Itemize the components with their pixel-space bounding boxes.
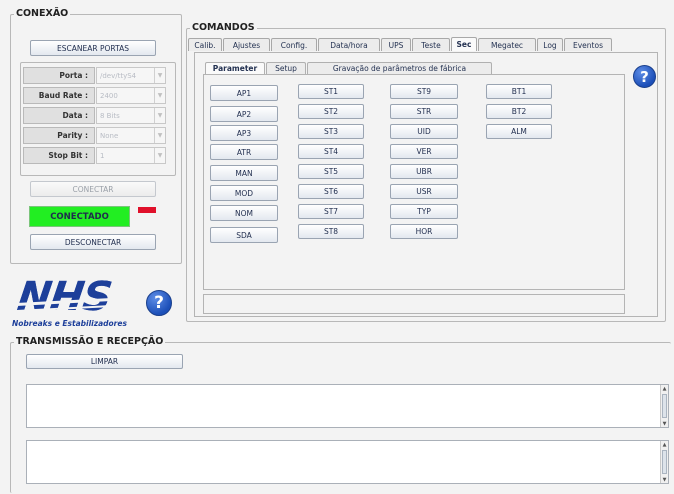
cmd-st9-button[interactable]: ST9 (390, 84, 458, 99)
scroll-thumb[interactable] (662, 450, 667, 474)
port-label: Porta : (23, 67, 95, 84)
command-status-field (203, 294, 625, 314)
cmd-man-button[interactable]: MAN (210, 165, 278, 181)
cmd-ap1-button[interactable]: AP1 (210, 85, 278, 101)
cmd-st5-button[interactable]: ST5 (298, 164, 364, 179)
cmd-bt1-button[interactable]: BT1 (486, 84, 552, 99)
scroll-up-icon[interactable]: ▲ (661, 385, 668, 392)
tab-config[interactable]: Config. (271, 38, 317, 51)
cmd-atr-button[interactable]: ATR (210, 144, 278, 160)
cmd-usr-button[interactable]: USR (390, 184, 458, 199)
tab-megatec[interactable]: Megatec (478, 38, 536, 51)
chevron-down-icon[interactable]: ▼ (154, 88, 165, 103)
cmd-sda-button[interactable]: SDA (210, 227, 278, 243)
cmd-st4-button[interactable]: ST4 (298, 144, 364, 159)
port-select[interactable]: /dev/ttyS4 ▼ (96, 67, 166, 84)
cmd-mod-button[interactable]: MOD (210, 185, 278, 201)
scan-ports-button[interactable]: ESCANEAR PORTAS (30, 40, 156, 56)
tab-sec[interactable]: Sec (451, 37, 477, 51)
data-bits-value: 8 Bits (100, 111, 120, 120)
cmd-ver-button[interactable]: VER (390, 144, 458, 159)
connect-button[interactable]: CONECTAR (30, 181, 156, 197)
transmissao-title: TRANSMISSÃO E RECEPÇÃO (14, 336, 166, 347)
parity-label: Parity : (23, 127, 95, 144)
tab-data-hora[interactable]: Data/hora (318, 38, 380, 51)
receive-scrollbar[interactable]: ▲ ▼ (660, 441, 668, 483)
parity-value: None (100, 131, 119, 140)
cmd-alm-button[interactable]: ALM (486, 124, 552, 139)
nhs-logo: NHS Nobreaks e Estabilizadores (12, 274, 140, 332)
cmd-st3-button[interactable]: ST3 (298, 124, 364, 139)
chevron-down-icon[interactable]: ▼ (154, 128, 165, 143)
cmd-ap3-button[interactable]: AP3 (210, 125, 278, 141)
cmd-ubr-button[interactable]: UBR (390, 164, 458, 179)
subtab-setup[interactable]: Setup (266, 62, 306, 74)
command-tabs: Calib. Ajustes Config. Data/hora UPS Tes… (188, 37, 660, 52)
port-value: /dev/ttyS4 (100, 71, 137, 80)
data-bits-select[interactable]: 8 Bits ▼ (96, 107, 166, 124)
logo-brand: NHS (14, 274, 114, 320)
cmd-st7-button[interactable]: ST7 (298, 204, 364, 219)
tab-ajustes[interactable]: Ajustes (223, 38, 270, 51)
scroll-thumb[interactable] (662, 394, 667, 418)
cmd-hor-button[interactable]: HOR (390, 224, 458, 239)
baud-rate-select[interactable]: 2400 ▼ (96, 87, 166, 104)
scroll-down-icon[interactable]: ▼ (661, 420, 668, 427)
connection-status-badge: CONECTADO (29, 206, 130, 227)
cmd-st8-button[interactable]: ST8 (298, 224, 364, 239)
parity-select[interactable]: None ▼ (96, 127, 166, 144)
transmit-scrollbar[interactable]: ▲ ▼ (660, 385, 668, 427)
subtab-gravacao[interactable]: Gravação de parâmetros de fábrica (307, 62, 492, 74)
comandos-help-icon[interactable]: ? (633, 65, 656, 88)
logo-tagline: Nobreaks e Estabilizadores (12, 319, 127, 328)
scroll-down-icon[interactable]: ▼ (661, 476, 668, 483)
cmd-st6-button[interactable]: ST6 (298, 184, 364, 199)
data-bits-label: Data : (23, 107, 95, 124)
clear-button[interactable]: LIMPAR (26, 354, 183, 369)
help-icon[interactable]: ? (146, 290, 172, 316)
transmit-textarea[interactable]: ▲ ▼ (26, 384, 669, 428)
conexao-title: CONEXÃO (14, 8, 71, 19)
disconnect-button[interactable]: DESCONECTAR (30, 234, 156, 250)
cmd-st2-button[interactable]: ST2 (298, 104, 364, 119)
scroll-up-icon[interactable]: ▲ (661, 441, 668, 448)
cmd-uid-button[interactable]: UID (390, 124, 458, 139)
comandos-title: COMANDOS (190, 22, 257, 33)
tab-ups[interactable]: UPS (381, 38, 411, 51)
receive-textarea[interactable]: ▲ ▼ (26, 440, 669, 484)
cmd-str-button[interactable]: STR (390, 104, 458, 119)
tab-calib[interactable]: Calib. (188, 38, 222, 51)
chevron-down-icon[interactable]: ▼ (154, 108, 165, 123)
baud-rate-value: 2400 (100, 91, 118, 100)
cmd-st1-button[interactable]: ST1 (298, 84, 364, 99)
cmd-ap2-button[interactable]: AP2 (210, 106, 278, 122)
stop-bit-label: Stop Bit : (23, 147, 95, 164)
cmd-nom-button[interactable]: NOM (210, 205, 278, 221)
chevron-down-icon[interactable]: ▼ (154, 148, 165, 163)
baud-rate-label: Baud Rate : (23, 87, 95, 104)
connection-indicator-led (138, 207, 156, 213)
subtab-parameter[interactable]: Parameter (205, 62, 265, 74)
cmd-typ-button[interactable]: TYP (390, 204, 458, 219)
cmd-bt2-button[interactable]: BT2 (486, 104, 552, 119)
stop-bit-value: 1 (100, 151, 105, 160)
tab-eventos[interactable]: Eventos (564, 38, 612, 51)
tab-log[interactable]: Log (537, 38, 563, 51)
chevron-down-icon[interactable]: ▼ (154, 68, 165, 83)
stop-bit-select[interactable]: 1 ▼ (96, 147, 166, 164)
tab-teste[interactable]: Teste (412, 38, 450, 51)
